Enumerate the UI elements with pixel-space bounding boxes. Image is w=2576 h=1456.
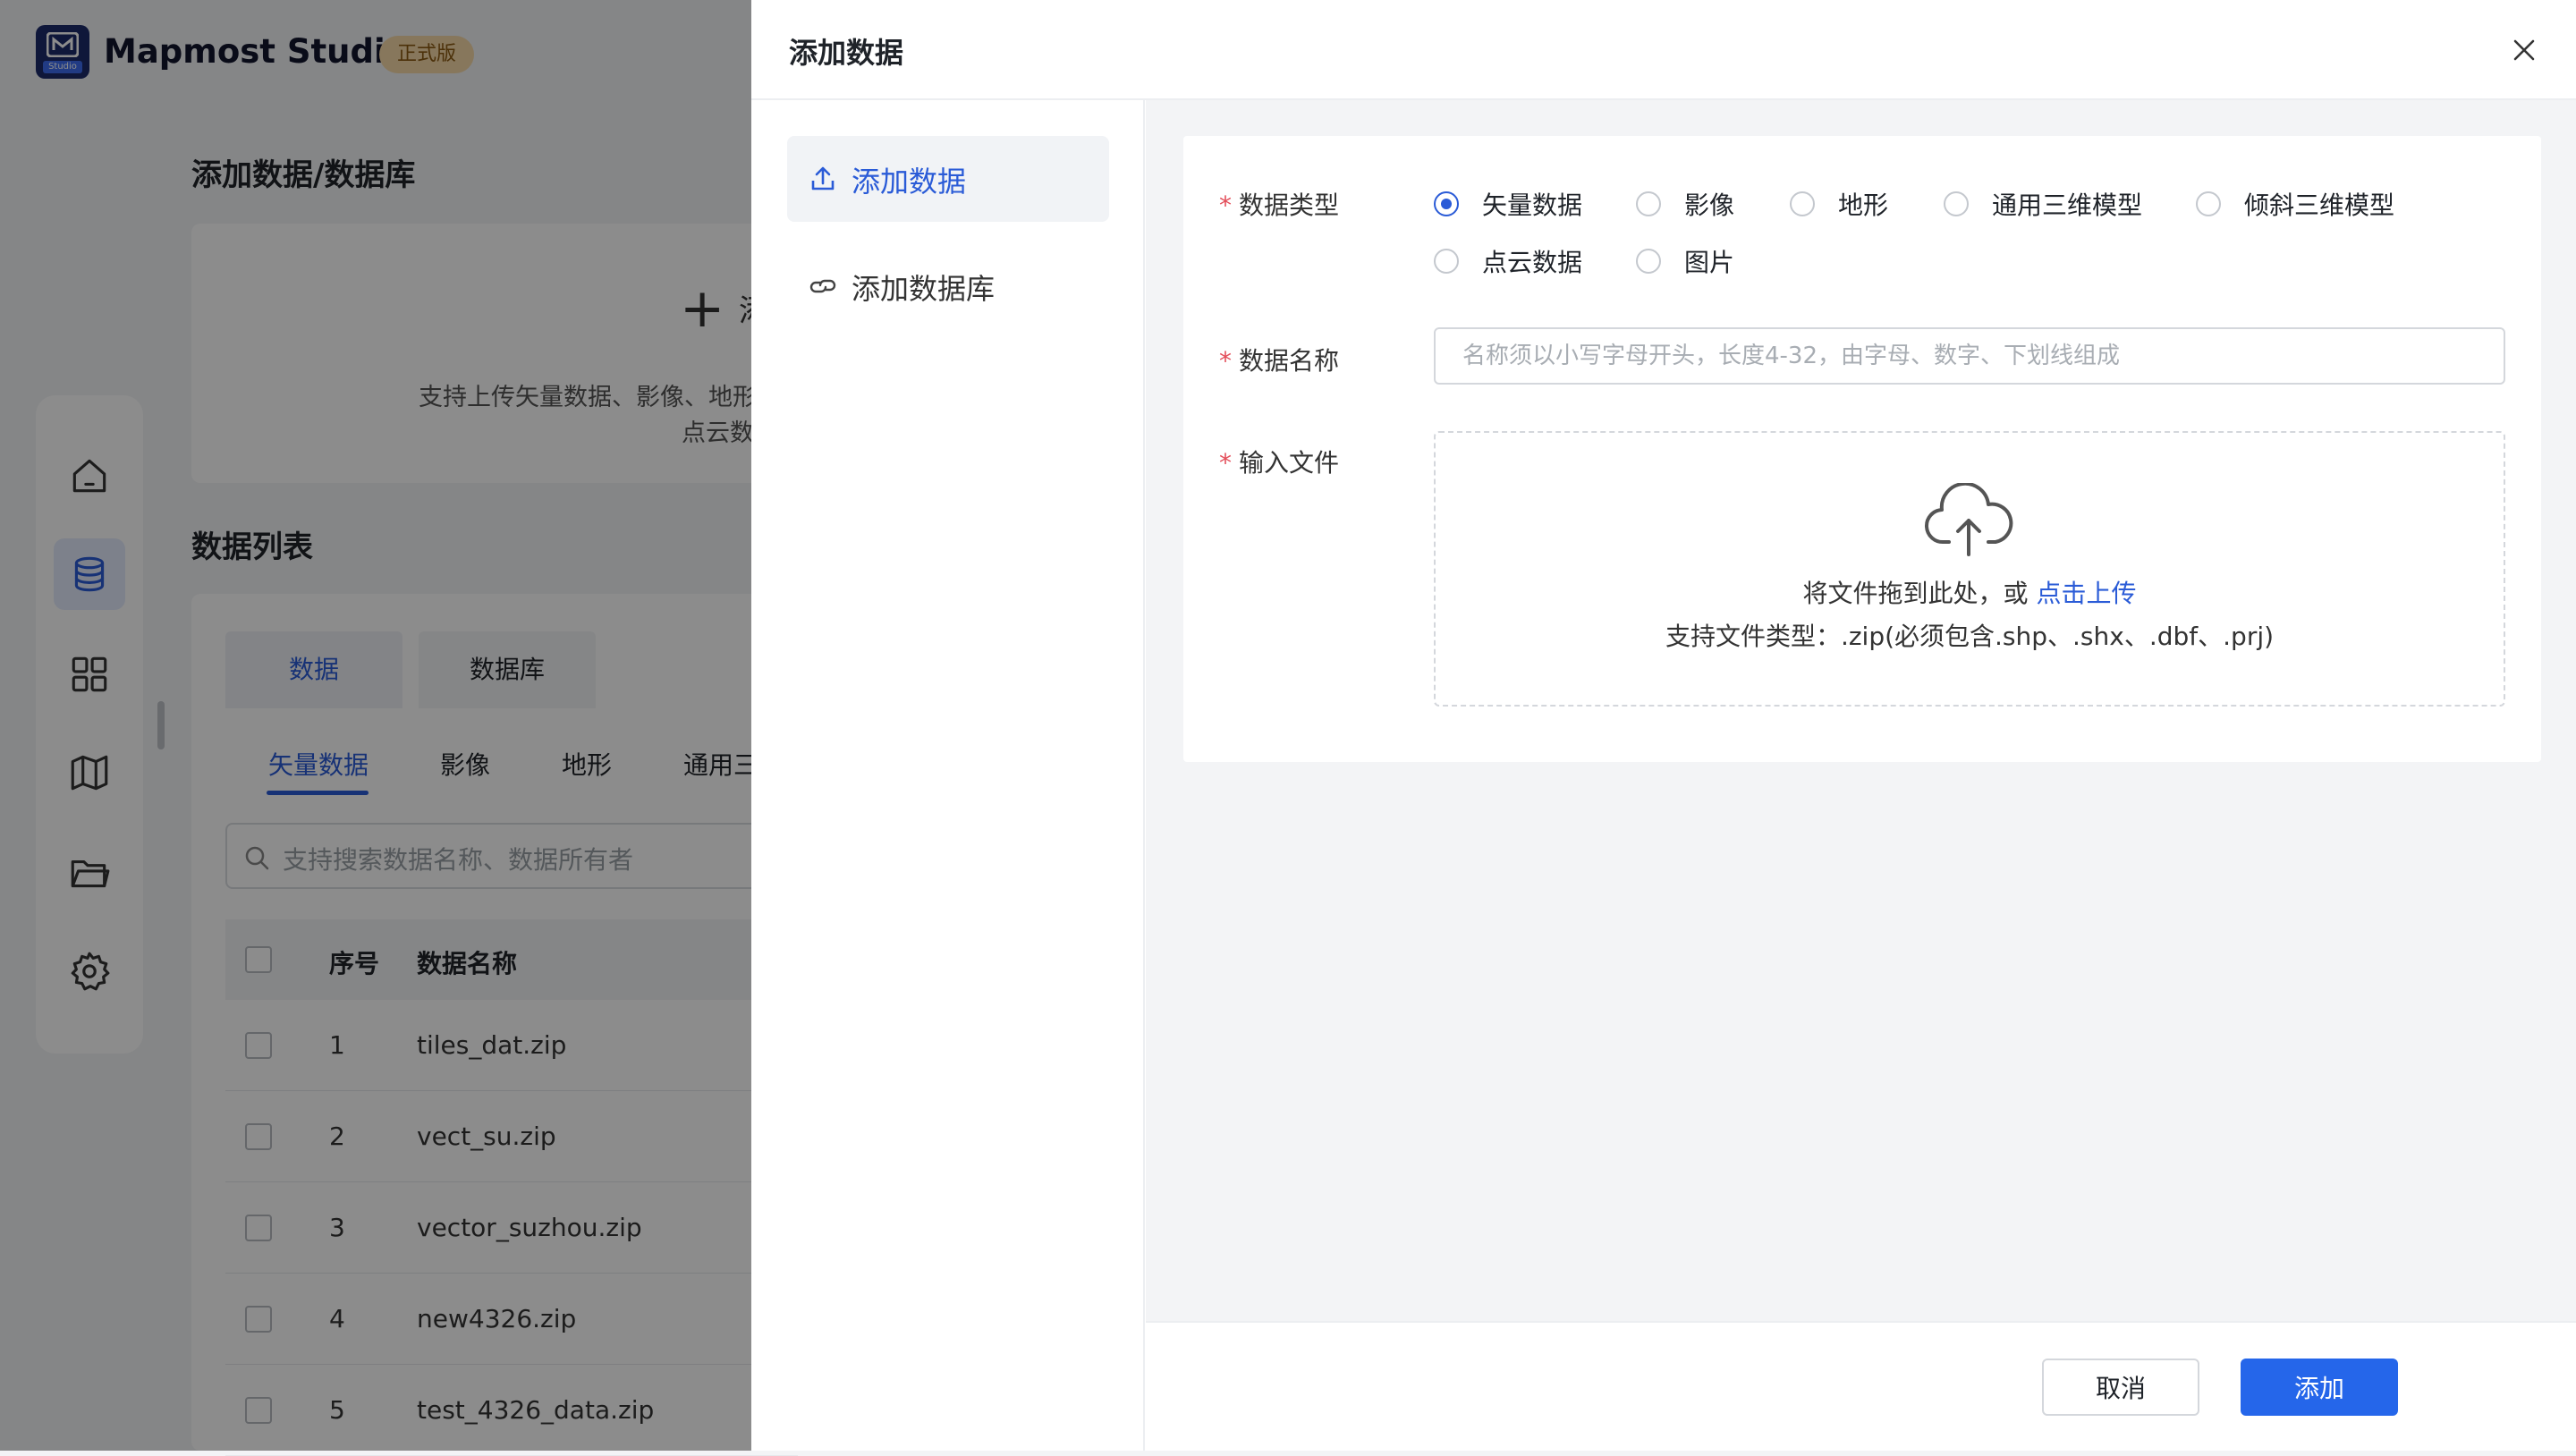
radio-dot — [1636, 249, 1661, 274]
add-button[interactable]: 添加 — [2241, 1359, 2398, 1416]
radio-dot — [1944, 191, 1969, 216]
nav-add-database[interactable]: 添加数据库 — [787, 243, 1109, 329]
drawer-content: * 数据类型 矢量数据 影像 地形 通用三维模型 倾斜三维模型 点云数据 图片 *… — [1146, 100, 2576, 1321]
radio-dot — [1790, 191, 1815, 216]
dropzone-text: 将文件拖到此处，或 点击上传 — [1802, 579, 2137, 608]
drawer-title: 添加数据 — [789, 36, 904, 70]
nav-add-database-label: 添加数据库 — [852, 272, 996, 306]
dropzone-hint: 支持文件类型：.zip(必须包含.shp、.shx、.dbf、.prj) — [1665, 622, 2275, 651]
radio-terrain[interactable]: 地形 — [1790, 186, 1888, 222]
radio-image[interactable]: 图片 — [1636, 243, 1734, 279]
radio-oblique-3d[interactable]: 倾斜三维模型 — [2196, 186, 2394, 222]
cancel-button[interactable]: 取消 — [2042, 1359, 2199, 1416]
close-button[interactable] — [2506, 32, 2542, 68]
radio-dot — [1636, 191, 1661, 216]
nav-add-data[interactable]: 添加数据 — [787, 136, 1109, 222]
radio-generic-3d[interactable]: 通用三维模型 — [1944, 186, 2142, 222]
close-icon — [2513, 39, 2535, 61]
cloud-upload-icon — [1924, 483, 2013, 556]
radio-vector[interactable]: 矢量数据 — [1434, 186, 1582, 222]
drawer-header: 添加数据 — [751, 0, 2576, 100]
drawer-nav: 添加数据 添加数据库 — [751, 100, 1145, 1451]
data-name-input[interactable] — [1434, 327, 2505, 385]
radio-dot — [1434, 191, 1459, 216]
radio-dot — [2196, 191, 2221, 216]
data-name-label: * 数据名称 — [1219, 346, 1340, 376]
add-data-drawer: 添加数据 添加数据 添加数据库 * 数据类型 矢量数据 影像 地形 通用三维模型 … — [751, 0, 2576, 1451]
click-upload-link[interactable]: 点击上传 — [2036, 579, 2136, 608]
radio-dot — [1434, 249, 1459, 274]
upload-icon — [811, 166, 835, 190]
modal-overlay[interactable] — [0, 0, 751, 1451]
radio-point-cloud[interactable]: 点云数据 — [1434, 243, 1582, 279]
input-file-label: * 输入文件 — [1219, 448, 1340, 478]
data-type-label: * 数据类型 — [1219, 190, 1340, 220]
file-dropzone[interactable]: 将文件拖到此处，或 点击上传 支持文件类型：.zip(必须包含.shp、.shx… — [1434, 431, 2505, 707]
nav-add-data-label: 添加数据 — [852, 165, 967, 199]
radio-imagery[interactable]: 影像 — [1636, 186, 1734, 222]
link-icon — [809, 279, 836, 293]
drawer-footer: 取消 添加 — [1146, 1321, 2576, 1451]
add-data-form: * 数据类型 矢量数据 影像 地形 通用三维模型 倾斜三维模型 点云数据 图片 *… — [1183, 136, 2541, 762]
